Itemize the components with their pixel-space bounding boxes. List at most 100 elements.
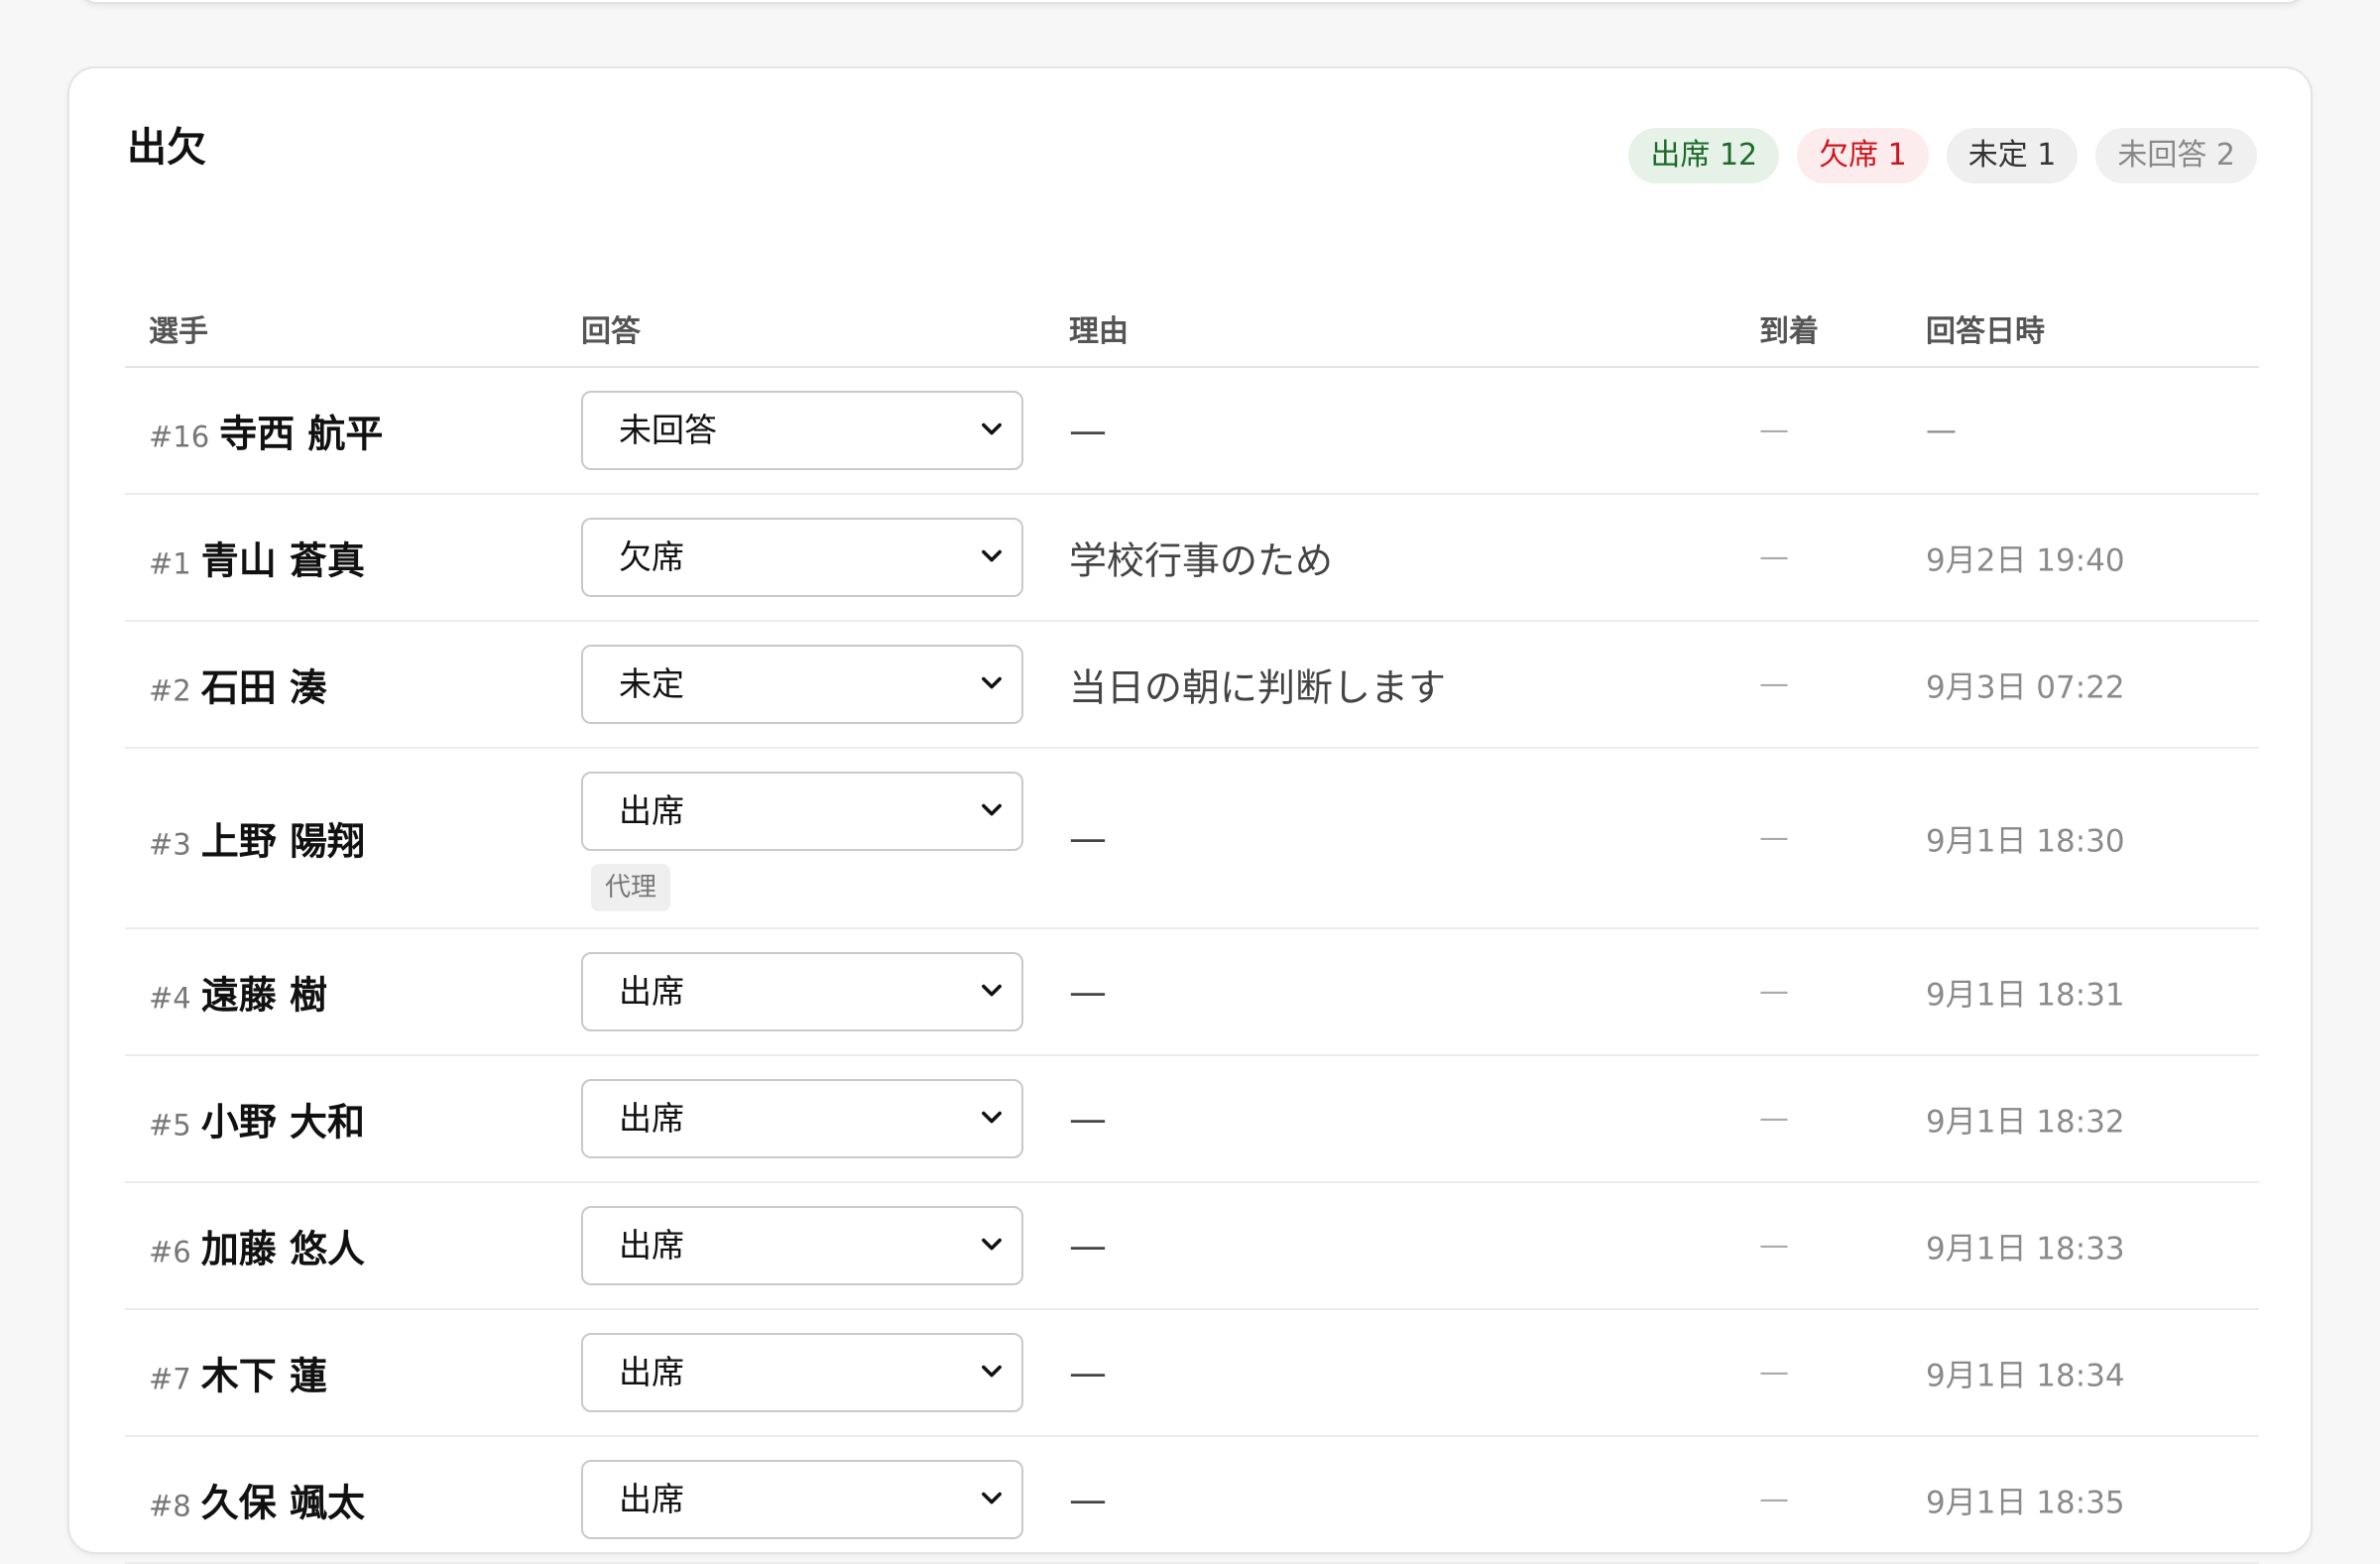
- answered-at-value: 9月1日 18:30: [1926, 823, 2125, 860]
- player-number: #6: [149, 1235, 191, 1269]
- player-cell: #8 久保 颯太: [149, 1473, 365, 1527]
- answer-select[interactable]: 出席: [581, 772, 1023, 851]
- attendance-card: 出欠 出席 12 欠席 1 未定 1 未回答 2 選手 回答 理由 到着 回答日…: [67, 66, 2313, 1564]
- reason-text: —: [1069, 816, 1107, 860]
- answer-select[interactable]: 出席: [581, 1460, 1023, 1539]
- answer-select-value: 欠席: [619, 538, 684, 576]
- absent-count-badge: 欠席 1: [1797, 128, 1929, 183]
- player-cell: #3 上野 陽翔: [149, 811, 365, 866]
- reason-text: 当日の朝に判断します: [1069, 665, 1447, 710]
- table-row: #16 寺西 航平 未回答 — — —: [125, 368, 2259, 495]
- answer-select[interactable]: 出席: [581, 1206, 1023, 1285]
- answer-select-value: 未定: [619, 664, 684, 703]
- player-number: #2: [149, 673, 191, 708]
- player-cell: #7 木下 蓮: [149, 1346, 327, 1400]
- arrival-value: —: [1759, 1101, 1789, 1137]
- column-header-answered-at: 回答日時: [1926, 314, 2045, 349]
- reason-text: —: [1069, 1351, 1107, 1394]
- answer-select-value: 未回答: [619, 411, 717, 449]
- player-name: 上野 陽翔: [200, 819, 365, 864]
- answered-at-value: 9月1日 18:31: [1926, 977, 2125, 1014]
- player-cell: #1 青山 蒼真: [149, 531, 365, 585]
- chevron-down-icon: [982, 1365, 1002, 1378]
- column-header-arrival: 到着: [1759, 314, 1819, 349]
- table-row: #4 遠藤 樹 出席 — — 9月1日 18:31: [125, 929, 2259, 1056]
- chevron-down-icon: [982, 984, 1002, 997]
- attend-count-badge: 出席 12: [1628, 128, 1780, 183]
- answer-select-value: 出席: [619, 972, 684, 1011]
- answer-select-value: 出席: [619, 1099, 684, 1138]
- player-number: #1: [149, 546, 191, 581]
- arrival-value: —: [1759, 820, 1789, 856]
- answered-at-value: 9月1日 18:35: [1926, 1485, 2125, 1521]
- chevron-down-icon: [982, 1111, 1002, 1124]
- player-cell: #16 寺西 航平: [149, 404, 383, 458]
- player-number: #7: [149, 1362, 191, 1396]
- proxy-badge: 代理: [591, 864, 671, 911]
- answer-select[interactable]: 出席: [581, 1333, 1023, 1412]
- answered-at-value: 9月1日 18:33: [1926, 1231, 2125, 1267]
- answer-select-value: 出席: [619, 791, 684, 830]
- answer-select[interactable]: 未回答: [581, 391, 1023, 470]
- answer-select-value: 出席: [619, 1353, 684, 1391]
- column-header-reason: 理由: [1069, 314, 1129, 349]
- table-row: #2 石田 湊 未定 当日の朝に判断します — 9月3日 07:22: [125, 622, 2259, 749]
- arrival-value: —: [1759, 974, 1789, 1010]
- column-header-player: 選手: [149, 314, 208, 349]
- table-row: #8 久保 颯太 出席 — —9月1日 18:35: [125, 1437, 2259, 1564]
- chevron-down-icon: [982, 549, 1002, 562]
- attendance-table: 選手 回答 理由 到着 回答日時 #16 寺西 航平 未回答 — — — #1 青山 蒼真 欠席…: [125, 227, 2259, 1564]
- answer-select-value: 出席: [619, 1226, 684, 1264]
- player-name: 小野 大和: [200, 1100, 365, 1144]
- reason-text: 学校行事のため: [1069, 539, 1334, 583]
- answer-select-value: 出席: [619, 1480, 684, 1518]
- chevron-down-icon: [982, 676, 1002, 689]
- column-header-answer: 回答: [581, 314, 641, 349]
- chevron-down-icon: [982, 1492, 1002, 1504]
- arrival-value: —: [1759, 1355, 1789, 1390]
- player-number: #5: [149, 1108, 191, 1143]
- undecided-count-badge: 未定 1: [1946, 128, 2079, 183]
- arrival-value: —: [1759, 413, 1789, 448]
- player-number: #8: [149, 1489, 191, 1523]
- player-name: 石田 湊: [200, 665, 327, 710]
- answered-at-value: 9月1日 18:34: [1926, 1358, 2125, 1394]
- chevron-down-icon: [982, 422, 1002, 435]
- reason-text: —: [1069, 1224, 1107, 1267]
- answered-at-value: 9月3日 07:22: [1926, 669, 2125, 706]
- answer-select[interactable]: 未定: [581, 645, 1023, 724]
- arrival-value: —: [1759, 1228, 1789, 1263]
- player-name: 久保 颯太: [200, 1481, 365, 1525]
- player-name: 青山 蒼真: [200, 539, 365, 583]
- reason-text: —: [1069, 970, 1107, 1014]
- answered-at-value: 9月1日 18:32: [1926, 1104, 2125, 1141]
- answer-select[interactable]: 欠席: [581, 518, 1023, 597]
- player-name: 木下 蓮: [200, 1354, 327, 1398]
- player-name: 寺西 航平: [219, 412, 384, 456]
- reason-text: —: [1069, 1478, 1107, 1521]
- no-answer-count-badge: 未回答 2: [2095, 128, 2257, 183]
- player-name: 遠藤 樹: [200, 973, 327, 1018]
- answer-select[interactable]: 出席: [581, 952, 1023, 1031]
- arrival-value: —: [1759, 666, 1789, 702]
- table-header: 選手 回答 理由 到着 回答日時: [125, 227, 2259, 368]
- table-row: #1 青山 蒼真 欠席 学校行事のため — 9月2日 19:40: [125, 495, 2259, 622]
- player-number: #3: [149, 827, 191, 862]
- table-body: #16 寺西 航平 未回答 — — — #1 青山 蒼真 欠席 学校行事のため — 9月2日 19:4…: [125, 368, 2259, 1564]
- player-number: #16: [149, 420, 210, 454]
- answered-at-value: —: [1926, 413, 1957, 448]
- player-number: #4: [149, 981, 191, 1016]
- table-row: #7 木下 蓮 出席 — — 9月1日 18:34: [125, 1310, 2259, 1437]
- player-name: 加藤 悠人: [200, 1227, 365, 1271]
- answer-select[interactable]: 出席: [581, 1079, 1023, 1158]
- table-row: #6 加藤 悠人 出席 — — 9月1日 18:33: [125, 1183, 2259, 1310]
- chevron-down-icon: [982, 803, 1002, 816]
- answered-at-value: 9月2日 19:40: [1926, 542, 2125, 579]
- table-row: #3 上野 陽翔 出席代理 — — 9月1日 18:30: [125, 749, 2259, 929]
- reason-text: —: [1069, 409, 1107, 452]
- player-cell: #6 加藤 悠人: [149, 1219, 365, 1273]
- reason-text: —: [1069, 1097, 1107, 1141]
- arrival-value: —: [1759, 540, 1789, 575]
- player-cell: #4 遠藤 樹: [149, 965, 327, 1020]
- player-cell: #2 石田 湊: [149, 658, 327, 712]
